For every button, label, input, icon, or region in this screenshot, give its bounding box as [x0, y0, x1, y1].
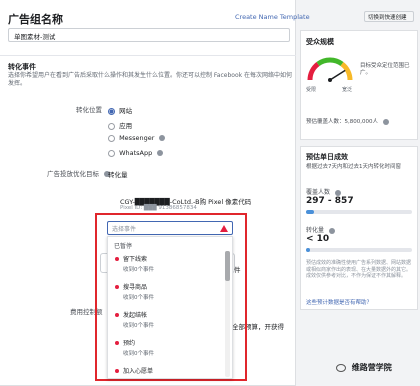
location-option-website[interactable]: 网站	[108, 105, 132, 115]
daily-results-title: 预估单日成效	[306, 153, 348, 161]
conversions-bar	[306, 248, 412, 252]
adset-name-value: 单图素材-测试	[14, 33, 56, 41]
event-search-placeholder: 选择事件	[112, 226, 137, 233]
reach-bar	[306, 210, 412, 214]
watermark-text: 维路营学院	[351, 363, 392, 372]
event-option[interactable]: 发起结帐 收到0个事件	[108, 307, 224, 333]
event-dropdown-list[interactable]: 已暂停 留下线索 收到0个事件 搜寻商品 收到0个事件 发起结帐 收到0个事件 …	[107, 236, 233, 379]
create-name-template-link[interactable]: Create Name Template	[235, 13, 310, 21]
conversions-value: < 10	[306, 234, 330, 244]
radio-app[interactable]	[108, 122, 115, 130]
location-label-messenger: Messenger	[119, 134, 155, 142]
estimated-reach-text: 预估覆盖人数：5,800,000人	[306, 119, 378, 125]
event-status: 收到0个事件	[123, 323, 154, 329]
conversions-label: 转化量	[306, 225, 335, 234]
wechat-icon	[336, 363, 346, 372]
conversions-label-text: 转化量	[306, 227, 325, 234]
event-name: 留下线索	[123, 256, 148, 263]
feedback-link[interactable]: 这些预计数据是否有帮助？	[306, 298, 372, 306]
location-label-app: 应用	[119, 122, 133, 130]
event-status-dot	[115, 341, 119, 345]
audience-gauge	[307, 57, 353, 82]
event-status: 收到0个事件	[123, 295, 154, 301]
conversion-location-label: 转化位置	[76, 106, 102, 114]
info-icon[interactable]	[382, 118, 389, 125]
estimate-note: 预估成效的准确性使用广告系列数据、网站数据或相似商家作出的表现、在大量数据外的其…	[306, 260, 412, 279]
event-option[interactable]: 加入心愿单	[108, 363, 224, 378]
page-title: 广告组名称	[8, 13, 63, 26]
watermark: 维路营学院	[336, 362, 392, 373]
audience-gauge-description: 目标受众定位范围已广。	[360, 63, 410, 76]
event-status-dot	[115, 285, 119, 289]
event-name: 搜寻商品	[123, 284, 148, 291]
optimization-goal-label-text: 广告投放优化目标	[47, 170, 99, 178]
info-icon[interactable]	[157, 150, 164, 156]
location-option-app[interactable]: 应用	[108, 120, 132, 130]
radio-whatsapp[interactable]	[108, 149, 115, 157]
event-search-input[interactable]: 选择事件	[107, 221, 233, 235]
location-option-whatsapp[interactable]: WhatsApp	[108, 149, 164, 157]
adset-name-input[interactable]: 单图素材-测试	[8, 28, 290, 42]
event-status: 收到0个事件	[123, 267, 154, 273]
info-icon[interactable]	[334, 189, 341, 196]
gauge-high-label: 宽泛	[342, 87, 353, 93]
location-label-whatsapp: WhatsApp	[119, 149, 153, 157]
warning-icon	[220, 225, 228, 232]
conversions-bar-fill	[306, 248, 311, 252]
event-option[interactable]: 搜寻商品 收到0个事件	[108, 279, 224, 305]
event-status: 收到0个事件	[123, 351, 154, 357]
event-name: 加入心愿单	[123, 368, 154, 375]
audience-size-title: 受众规模	[306, 38, 334, 46]
reach-range: 297 - 857	[306, 196, 354, 206]
optimization-goal-value: 转化量	[108, 171, 128, 179]
conversion-section-title: 转化事件	[8, 63, 36, 71]
location-option-messenger[interactable]: Messenger	[108, 134, 166, 142]
switch-quick-create-label: 切换到快速创建	[368, 15, 407, 21]
radio-messenger[interactable]	[108, 134, 115, 142]
switch-quick-create-button[interactable]: 切换到快速创建	[364, 11, 414, 22]
event-name: 发起结帐	[123, 312, 148, 319]
reach-bar-fill	[306, 210, 315, 214]
divider	[0, 55, 296, 56]
radio-website[interactable]	[108, 107, 115, 115]
daily-results-description: 根据过去7天内和过去1天内转化时间窗	[306, 164, 401, 170]
event-status-dot	[115, 369, 119, 373]
gauge-low-label: 受限	[306, 87, 317, 93]
reach-label-text: 覆盖人数	[306, 189, 331, 196]
event-option[interactable]: 留下线索 收到0个事件	[108, 251, 224, 277]
optimization-goal-label: 广告投放优化目标	[47, 168, 111, 178]
pixel-id: Pixel ID: ███ 91386857834	[120, 205, 197, 211]
dropdown-scrollbar[interactable]	[225, 251, 230, 377]
conversion-description: 选择你希望用户在看到广告后采取什么操作和其发生什么位置。你还可以控制 Faceb…	[8, 72, 293, 87]
event-name: 预约	[123, 340, 136, 347]
event-status-dot	[115, 313, 119, 317]
estimated-reach: 预估覆盖人数：5,800,000人	[306, 117, 389, 125]
location-label-website: 网站	[119, 107, 133, 115]
scrollbar-thumb[interactable]	[225, 251, 230, 281]
info-icon[interactable]	[159, 135, 166, 141]
dropdown-group-header: 已暂停	[114, 243, 133, 250]
event-option[interactable]: 预约 收到0个事件	[108, 335, 224, 361]
info-icon[interactable]	[328, 227, 335, 234]
event-status-dot	[115, 257, 119, 261]
reach-label: 覆盖人数	[306, 187, 341, 196]
